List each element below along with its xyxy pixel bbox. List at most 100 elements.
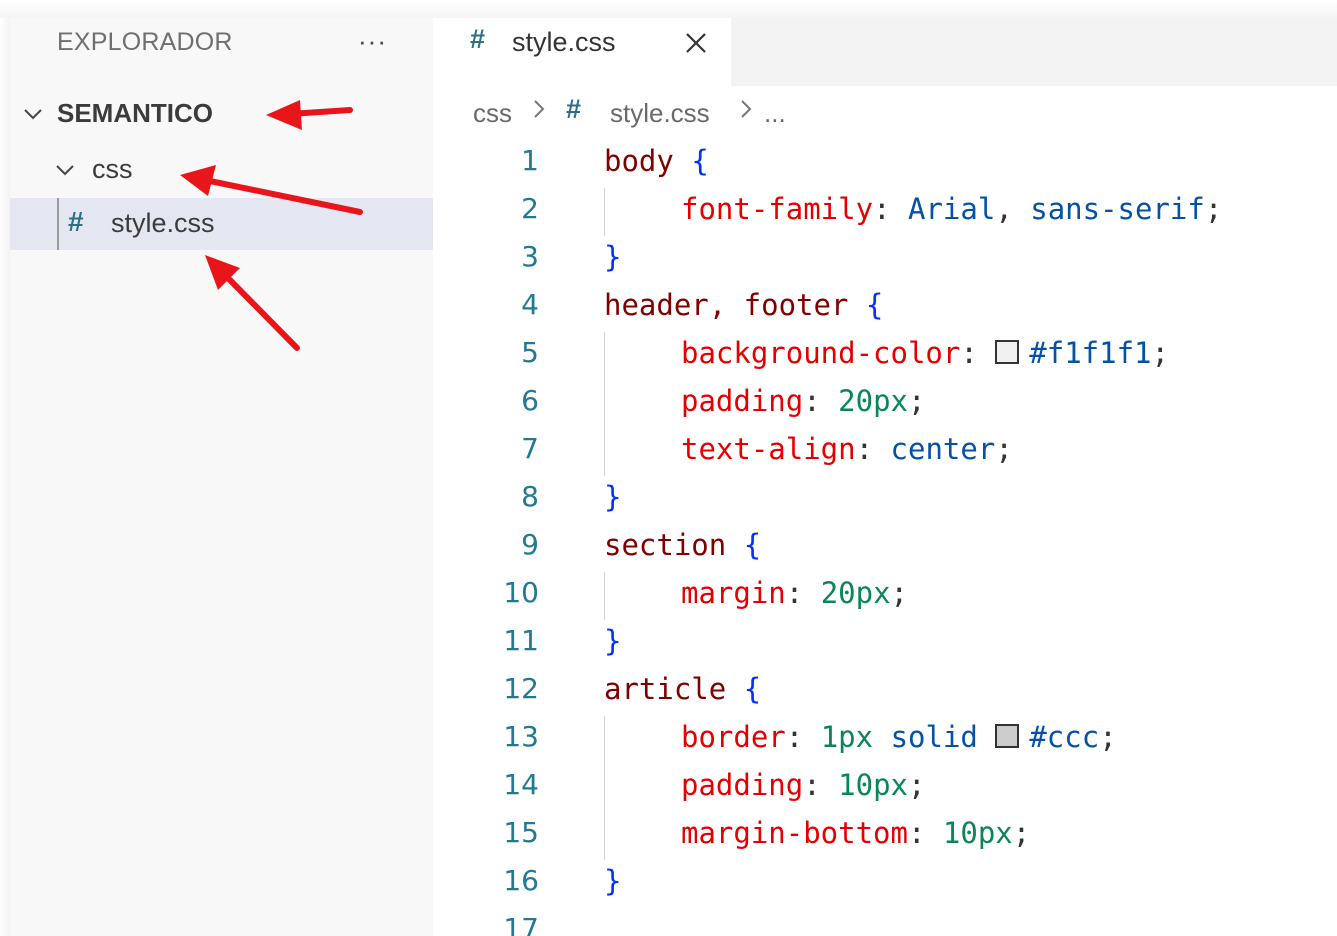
breadcrumb-file[interactable]: style.css [610,98,710,129]
code-text: } [604,240,621,274]
colon: : [785,576,804,610]
indent-guide [604,716,605,764]
brace: } [604,864,622,898]
indent-guide [604,188,605,236]
indent-guide [604,572,605,620]
property: font-family [681,192,874,226]
brace: } [604,624,622,658]
semicolon: ; [1204,192,1223,226]
line-number: 9 [521,528,539,561]
line-number: 3 [521,240,539,273]
colon: : [803,768,821,802]
code-text: margin: 20px; [681,576,908,610]
window-shadow-top [0,0,1337,18]
chevron-right-icon [741,100,752,118]
code-text: body { [604,144,709,178]
code-line: 12 article { [433,668,1337,716]
code-line: 16 } [433,860,1337,908]
code-line: 15 margin-bottom: 10px; [433,812,1337,860]
colon: : [803,384,821,418]
code-text: padding: 20px; [681,384,925,418]
code-text: } [604,864,621,898]
code-line: 3 } [433,236,1337,284]
close-icon[interactable] [683,30,709,56]
line-number: 10 [503,576,539,609]
colon: : [873,192,891,226]
chevron-right-icon [534,100,545,118]
line-number: 17 [503,912,539,936]
value: solid [890,720,978,754]
tab-style-css[interactable]: # style.css [433,18,731,86]
code-text: header, footer { [604,288,883,322]
tree-item-project[interactable]: SEMANTICO [10,88,433,140]
selector: section [604,528,727,562]
file-label: style.css [111,208,215,238]
indent-guide [604,764,605,812]
code-text: border: 1px solid #ccc; [681,720,1117,754]
line-number: 14 [503,768,539,801]
breadcrumb-folder[interactable]: css [473,98,512,129]
explorer-header: EXPLORADOR ··· [10,18,433,70]
line-number: 1 [521,144,539,177]
code-line: 10 margin: 20px; [433,572,1337,620]
tree-item-style-css[interactable]: # style.css [10,198,433,250]
window-shadow-left [0,18,10,936]
selector: body [604,144,674,178]
value: sans-serif [1030,192,1205,226]
code-text: } [604,480,621,514]
code-line: 4 header, footer { [433,284,1337,332]
code-line: 7 text-align: center; [433,428,1337,476]
value: 1px [820,720,874,754]
line-number: 12 [503,672,539,705]
code-line: 14 padding: 10px; [433,764,1337,812]
breadcrumb-more[interactable]: ... [764,98,786,129]
semicolon: ; [1151,336,1169,370]
color-swatch[interactable] [995,724,1020,748]
explorer-sidebar: EXPLORADOR ··· SEMANTICO css # style.css [10,18,433,936]
line-number: 13 [503,720,539,753]
semicolon: ; [1099,720,1117,754]
line-number: 15 [503,816,539,849]
css-file-icon: # [68,206,84,237]
brace: { [691,144,709,178]
property: margin-bottom [681,816,908,850]
css-folder-label: css [92,154,133,184]
selector: header, footer [604,288,849,322]
tree-item-css-folder[interactable]: css [10,144,433,196]
indent-guide [604,812,605,860]
code-text: font-family: Arial, sans-serif; [681,192,1222,226]
colon: : [907,816,926,850]
color-swatch[interactable] [995,340,1020,364]
brace: { [865,288,884,322]
semicolon: ; [995,432,1013,466]
property: background-color [681,336,961,370]
more-actions-icon[interactable]: ··· [358,26,387,57]
property: border [681,720,786,754]
value: #ccc [1029,720,1100,754]
property: text-align [681,432,856,466]
code-text: text-align: center; [681,432,1013,466]
comma: , [995,192,1013,226]
code-line: 6 padding: 20px; [433,380,1337,428]
chevron-down-icon [56,165,74,176]
brace: } [604,480,622,514]
brace: { [743,672,762,706]
value: 10px [942,816,1013,850]
project-folder-label: SEMANTICO [57,98,213,128]
code-editor[interactable]: 1 body { 2 font-family: Arial, sans-seri… [433,140,1337,936]
css-file-icon: # [566,94,582,124]
css-file-icon: # [470,24,486,54]
value: 10px [838,768,908,802]
brace: { [743,528,762,562]
colon: : [785,720,804,754]
code-line: 11 } [433,620,1337,668]
property: padding [681,384,804,418]
line-number: 7 [521,432,539,465]
tree-indent-guide [57,198,59,250]
line-number: 16 [503,864,539,897]
semicolon: ; [1012,816,1031,850]
tab-label: style.css [512,27,616,57]
editor-tab-bar: # style.css [433,18,1337,86]
code-text: background-color: #f1f1f1; [681,336,1169,370]
indent-guide [604,428,605,476]
